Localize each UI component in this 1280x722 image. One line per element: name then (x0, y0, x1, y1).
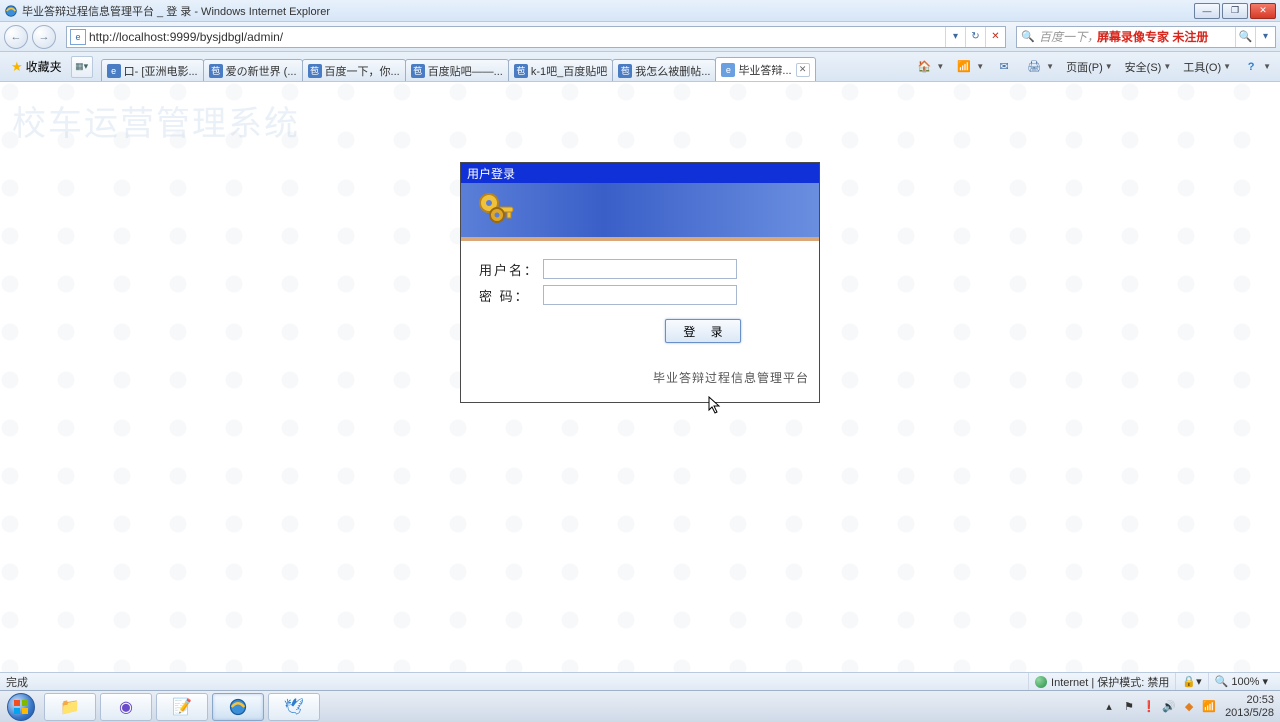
window-title: 毕业答辩过程信息管理平台 _ 登 录 - Windows Internet Ex… (22, 3, 330, 19)
notes-icon: 📝 (172, 697, 192, 717)
taskbar: 📁 ◉ 📝 🕊 ▴ ⚑ ❗ 🔊 ◆ 📶 20:53 2013/5/28 (0, 690, 1280, 722)
tab-4[interactable]: 苞k-1吧_百度贴吧 (508, 59, 613, 81)
username-input[interactable] (543, 259, 737, 279)
safety-menu[interactable]: 安全(S)▼ (1120, 56, 1177, 78)
tray-app-icon[interactable]: ◆ (1181, 699, 1197, 715)
help-button[interactable]: ?▼ (1238, 56, 1276, 78)
zoom-control[interactable]: 🔍 100% ▾ (1208, 673, 1274, 690)
mail-button[interactable]: ✉ (991, 56, 1019, 78)
tray-network-icon[interactable]: 🔊 (1161, 699, 1177, 715)
system-tray: ▴ ⚑ ❗ 🔊 ◆ 📶 20:53 2013/5/28 (1093, 691, 1280, 722)
search-provider-icon[interactable]: 🔍 (1019, 28, 1037, 46)
tab-close-button[interactable]: ✕ (796, 63, 810, 77)
url-dropdown[interactable]: ▾ (945, 27, 965, 47)
tab-strip: e口- [亚洲电影... 苞爱の新世界 (... 苞百度一下，你... 苞百度贴… (101, 52, 815, 81)
page-menu[interactable]: 页面(P)▼ (1061, 56, 1118, 78)
watermark-text: 屏幕录像专家 未注册 (1097, 28, 1208, 45)
ie-icon (228, 697, 248, 717)
nav-bar: ← → e ▾ ↻ ✕ 🔍 百度一下，你 屏幕录像专家 未注册 🔍 ▾ (0, 22, 1280, 52)
login-form: 用户名： 密 码： 登 录 (461, 241, 819, 357)
refresh-button[interactable]: ↻ (965, 27, 985, 47)
globe-icon (1035, 676, 1047, 688)
feeds-button[interactable]: 📶▼ (951, 56, 989, 78)
task-app-2[interactable]: 🕊 (268, 693, 320, 721)
username-row: 用户名： (479, 259, 807, 279)
print-icon: 🖨 (1026, 59, 1042, 75)
back-button[interactable]: ← (4, 25, 28, 49)
maximize-button[interactable]: ❐ (1222, 3, 1248, 19)
security-zone[interactable]: Internet | 保护模式: 禁用 (1028, 673, 1175, 690)
tray-up-icon[interactable]: ▴ (1101, 699, 1117, 715)
quick-tabs-button[interactable]: ▦▾ (71, 56, 93, 78)
address-bar[interactable]: e ▾ ↻ ✕ (66, 26, 1006, 48)
tab-icon: 苞 (411, 64, 425, 78)
tab-icon: e (107, 64, 121, 78)
tab-0[interactable]: e口- [亚洲电影... (101, 59, 204, 81)
username-label: 用户名： (479, 260, 543, 279)
login-panel: 用户登录 用户名： 密 码： 登 录 毕业答辩 (460, 162, 820, 403)
tab-icon: 苞 (618, 64, 632, 78)
mail-icon: ✉ (996, 59, 1012, 75)
home-button[interactable]: 🏠▼ (911, 56, 949, 78)
task-ie[interactable] (212, 693, 264, 721)
app-icon: ◉ (119, 697, 133, 717)
star-icon: ★ (11, 59, 23, 75)
tab-2[interactable]: 苞百度一下，你... (302, 59, 406, 81)
windows-logo-icon (13, 699, 29, 715)
start-button[interactable] (0, 691, 42, 722)
url-input[interactable] (89, 28, 945, 46)
page-icon: e (70, 29, 86, 45)
password-input[interactable] (543, 285, 737, 305)
command-bar: 🏠▼ 📶▼ ✉ 🖨▼ 页面(P)▼ 安全(S)▼ 工具(O)▼ ?▼ (911, 56, 1276, 78)
task-notes[interactable]: 📝 (156, 693, 208, 721)
ie-icon (4, 4, 18, 18)
forward-button[interactable]: → (32, 25, 56, 49)
home-icon: 🏠 (916, 59, 932, 75)
tab-3[interactable]: 苞百度贴吧——... (405, 59, 509, 81)
ghost-title: 校车运营管理系统 (12, 96, 300, 145)
status-bar: 完成 Internet | 保护模式: 禁用 🔒▾ 🔍 100% ▾ (0, 672, 1280, 690)
tab-icon: 苞 (308, 64, 322, 78)
tab-icon: e (721, 63, 735, 77)
keys-icon (475, 189, 519, 233)
popup-blocker[interactable]: 🔒▾ (1175, 673, 1207, 690)
bird-icon: 🕊 (284, 697, 304, 717)
tab-5[interactable]: 苞我怎么被删帖... (612, 59, 716, 81)
tools-menu[interactable]: 工具(O)▼ (1178, 56, 1236, 78)
search-button[interactable]: 🔍 (1235, 27, 1255, 47)
window-titlebar: 毕业答辩过程信息管理平台 _ 登 录 - Windows Internet Ex… (0, 0, 1280, 22)
tab-icon: 苞 (514, 64, 528, 78)
login-button[interactable]: 登 录 (665, 319, 741, 343)
password-row: 密 码： (479, 285, 807, 305)
folder-icon: 📁 (60, 697, 80, 717)
login-title: 用户登录 (461, 163, 819, 183)
tab-1[interactable]: 苞爱の新世界 (... (203, 59, 303, 81)
task-app-1[interactable]: ◉ (100, 693, 152, 721)
login-banner (461, 183, 819, 241)
rss-icon: 📶 (956, 59, 972, 75)
close-button[interactable]: ✕ (1250, 3, 1276, 19)
login-footer: 毕业答辩过程信息管理平台 (461, 357, 819, 402)
minimize-button[interactable]: — (1194, 3, 1220, 19)
favorites-bar: ★ 收藏夹 ▦▾ e口- [亚洲电影... 苞爱の新世界 (... 苞百度一下，… (0, 52, 1280, 82)
search-box[interactable]: 🔍 百度一下，你 屏幕录像专家 未注册 🔍 ▾ (1016, 26, 1276, 48)
page-content: 校车运营管理系统 用户登录 用户名： 密 码： 登 录 (0, 82, 1280, 672)
task-explorer[interactable]: 📁 (44, 693, 96, 721)
tray-shield-icon[interactable]: ❗ (1141, 699, 1157, 715)
password-label: 密 码： (479, 286, 543, 305)
favorites-label: 收藏夹 (26, 58, 62, 75)
stop-button[interactable]: ✕ (985, 27, 1005, 47)
tray-flag-icon[interactable]: ⚑ (1121, 699, 1137, 715)
tab-6-active[interactable]: e毕业答辩...✕ (715, 57, 815, 81)
tray-clock[interactable]: 20:53 2013/5/28 (1225, 694, 1274, 718)
help-icon: ? (1243, 59, 1259, 75)
favorites-button[interactable]: ★ 收藏夹 (4, 56, 69, 78)
print-button[interactable]: 🖨▼ (1021, 56, 1059, 78)
search-dropdown[interactable]: ▾ (1255, 27, 1275, 47)
tray-signal-icon[interactable]: 📶 (1201, 699, 1217, 715)
status-text: 完成 (6, 674, 28, 690)
tab-icon: 苞 (209, 64, 223, 78)
